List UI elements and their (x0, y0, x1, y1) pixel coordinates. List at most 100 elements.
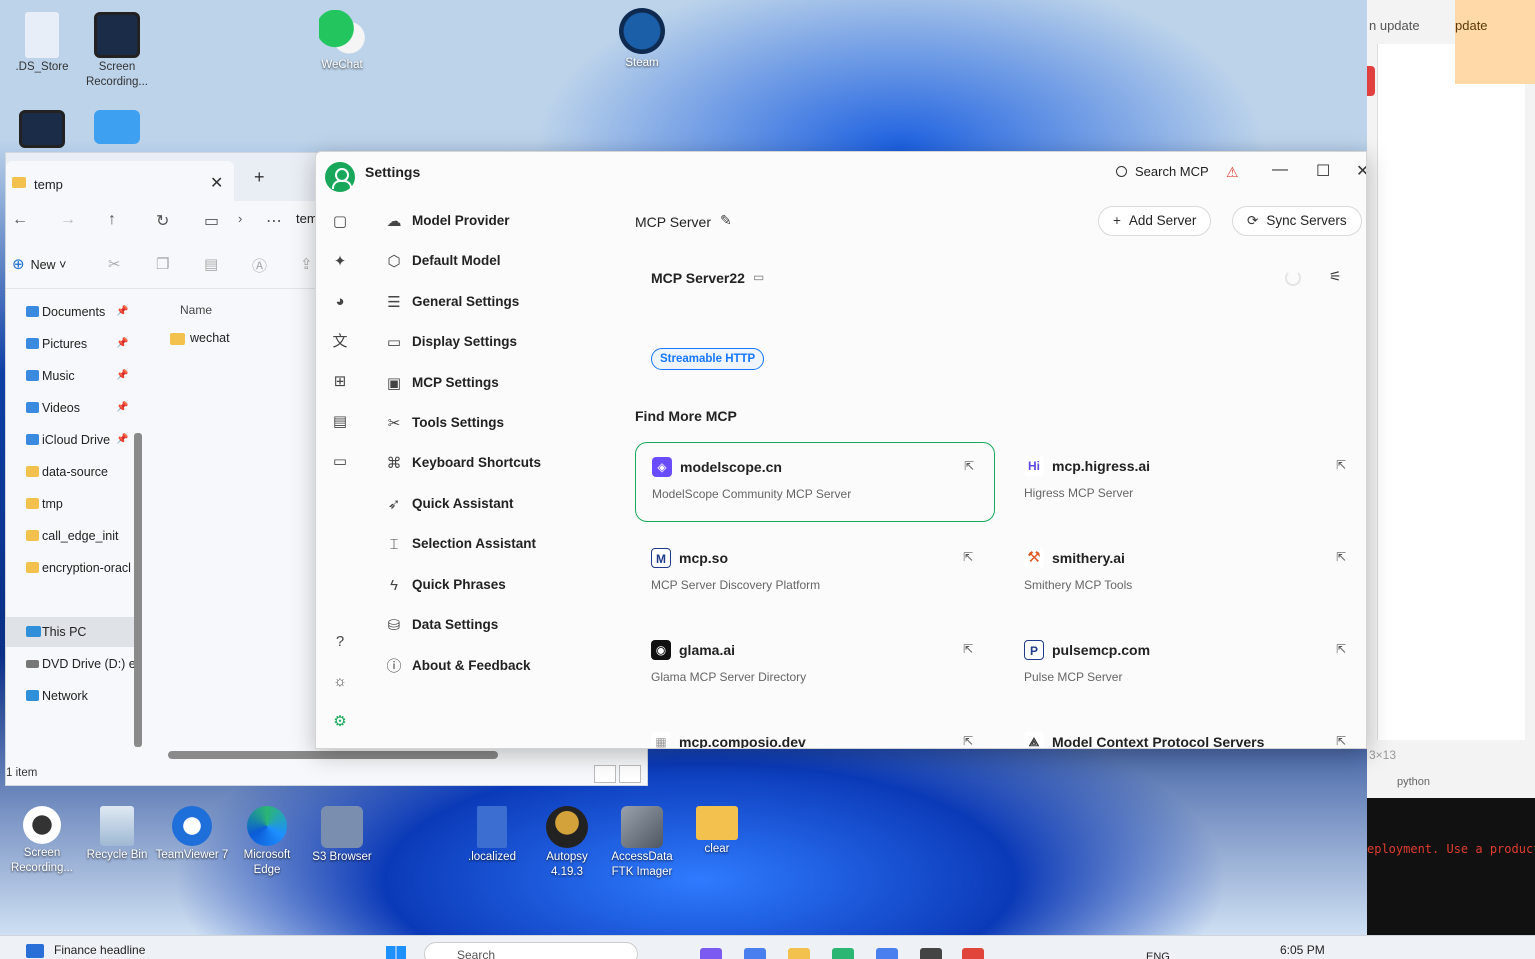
taskbar-app-icon[interactable] (876, 948, 898, 959)
explorer-tab[interactable]: temp ✕ (6, 161, 234, 201)
external-link-icon[interactable]: ⇱ (1336, 550, 1346, 564)
taskbar-app-icon[interactable] (700, 948, 722, 959)
sidebar-item-encryption-oracle[interactable]: encryption-oracl (6, 553, 134, 583)
warning-icon[interactable]: ⚠ (1226, 164, 1239, 181)
new-tab-icon[interactable]: + (254, 167, 265, 188)
desktop-icon-wechat[interactable]: WeChat (305, 10, 379, 73)
rename-icon[interactable]: Ⓐ (252, 255, 267, 276)
desktop-icon-folder[interactable] (80, 110, 154, 146)
apps-grid-icon[interactable]: ⊞ (330, 372, 350, 392)
menu-item-default-model[interactable]: ⬡ Default Model (372, 244, 612, 280)
menu-item-model-provider[interactable]: ☁ Model Provider (372, 204, 612, 240)
mcp-site-pulsemcp[interactable]: P pulsemcp.com Pulse MCP Server ⇱ (1008, 626, 1366, 706)
minimize-icon[interactable]: — (1272, 161, 1288, 179)
windows-start-icon[interactable] (386, 946, 406, 959)
mcp-site-higress[interactable]: Hi mcp.higress.ai Higress MCP Server ⇱ (1008, 442, 1366, 522)
clock[interactable]: 6:05 PM (1280, 943, 1325, 957)
taskbar-folder-icon[interactable] (788, 948, 810, 959)
theme-icon[interactable]: ☼ (330, 672, 350, 692)
maximize-icon[interactable]: ☐ (1316, 161, 1330, 181)
translate-icon[interactable]: 文 (330, 332, 350, 352)
desktop-icon-screen-recording[interactable]: Screen Recording... (80, 12, 154, 90)
terminal-pane[interactable] (1367, 798, 1535, 935)
desktop-icon-s3-browser[interactable]: S3 Browser (305, 806, 379, 865)
menu-item-about-feedback[interactable]: ⓘ About & Feedback (372, 649, 612, 685)
external-link-icon[interactable]: ⇱ (963, 642, 973, 656)
up-icon[interactable]: ↑ (108, 211, 116, 229)
details-view-icon[interactable] (594, 765, 616, 783)
menu-item-general-settings[interactable]: ☰ General Settings (372, 285, 612, 321)
menu-item-display-settings[interactable]: ▭ Display Settings (372, 325, 612, 361)
mcp-site-smithery[interactable]: ⚒ smithery.ai Smithery MCP Tools ⇱ (1008, 534, 1366, 614)
tiles-view-icon[interactable] (619, 765, 641, 783)
news-widget[interactable]: Finance headline (26, 943, 145, 958)
taskbar-app-icon[interactable] (962, 948, 984, 959)
language-indicator[interactable]: ENG (1146, 951, 1170, 959)
update-label-1[interactable]: n update (1369, 18, 1420, 33)
chat-icon[interactable]: ▢ (330, 212, 350, 232)
back-icon[interactable]: ← (12, 211, 28, 229)
menu-item-mcp-settings[interactable]: ▣ MCP Settings (372, 366, 612, 402)
menu-item-tools-settings[interactable]: ✂ Tools Settings (372, 406, 612, 442)
sidebar-item-data-source[interactable]: data-source (6, 457, 134, 487)
palette-icon[interactable]: ◕ (330, 292, 350, 312)
python-label[interactable]: python (1397, 776, 1430, 788)
avatar[interactable] (325, 162, 355, 192)
menu-item-quick-phrases[interactable]: ϟ Quick Phrases (372, 568, 612, 604)
help-icon[interactable]: ? (330, 632, 350, 652)
external-link-icon[interactable]: ⇱ (1336, 642, 1346, 656)
menu-item-selection-assistant[interactable]: ⌶ Selection Assistant (372, 527, 612, 563)
folder-icon[interactable]: ▭ (330, 452, 350, 472)
new-button[interactable]: ⊕ New ˅ (12, 255, 66, 273)
taskbar-app-icon[interactable] (744, 948, 766, 959)
gear-icon[interactable]: ⚙ (330, 712, 350, 732)
mcp-site-glama[interactable]: ◉ glama.ai Glama MCP Server Directory ⇱ (635, 626, 995, 706)
monitor-icon[interactable]: ▭ (204, 211, 219, 231)
sidebar-item-network[interactable]: Network (6, 681, 134, 711)
sidebar-item-tmp[interactable]: tmp (6, 489, 134, 519)
mcp-site-composio[interactable]: ▦ mcp.composio.dev ⇱ (635, 718, 995, 748)
server-card[interactable]: MCP Server22 ▭ ⚟ Streamable HTTP (635, 248, 1363, 378)
sync-servers-button[interactable]: ⟳ Sync Servers (1232, 206, 1362, 236)
close-icon[interactable]: ✕ (210, 173, 223, 193)
external-link-icon[interactable]: ⇱ (1336, 458, 1346, 472)
sidebar-item-documents[interactable]: Documents 📌 (6, 297, 134, 327)
horizontal-scrollbar[interactable] (168, 751, 498, 759)
external-link-icon[interactable]: ⇱ (963, 550, 973, 564)
sidebar-item-call-edge-init[interactable]: call_edge_init (6, 521, 134, 551)
search-mcp-button[interactable]: Search MCP (1116, 164, 1209, 179)
menu-item-quick-assistant[interactable]: ➶ Quick Assistant (372, 487, 612, 523)
sidebar-item-icloud-drive[interactable]: iCloud Drive 📌 (6, 425, 134, 455)
menu-item-keyboard-shortcuts[interactable]: ⌘ Keyboard Shortcuts (372, 446, 612, 482)
desktop-icon-teamviewer[interactable]: TeamViewer 7 (155, 806, 229, 863)
taskbar-edge-icon[interactable] (832, 948, 854, 959)
sidebar-item-this-pc[interactable]: This PC (6, 617, 134, 647)
desktop-icon-ds-store[interactable]: .DS_Store (5, 12, 79, 75)
taskbar-search[interactable]: Search (424, 942, 638, 959)
update-banner[interactable] (1455, 0, 1535, 84)
desktop-icon-recycle-bin[interactable]: Recycle Bin (80, 806, 154, 863)
add-server-button[interactable]: + Add Server (1098, 206, 1212, 236)
desktop-icon-ftk-imager[interactable]: AccessData FTK Imager (605, 806, 679, 880)
sidebar-item-videos[interactable]: Videos 📌 (6, 393, 134, 423)
more-icon[interactable]: ⋯ (266, 211, 282, 231)
mcp-site-mcp-so[interactable]: M mcp.so MCP Server Discovery Platform ⇱ (635, 534, 995, 614)
copy-icon[interactable]: ❐ (156, 255, 169, 273)
desktop-icon-localized[interactable]: .localized (455, 806, 529, 865)
file-row[interactable]: wechat (168, 331, 230, 345)
taskbar-terminal-icon[interactable] (920, 948, 942, 959)
mcp-site-model-context-protocol[interactable]: ⟁ Model Context Protocol Servers ⇱ (1008, 718, 1366, 748)
close-icon[interactable]: ✕ (1356, 161, 1366, 181)
external-link-icon[interactable]: ⇱ (1336, 734, 1346, 748)
mcp-site-modelscope[interactable]: ◈ modelscope.cn ModelScope Community MCP… (635, 442, 995, 522)
menu-item-data-settings[interactable]: ⛁ Data Settings (372, 608, 612, 644)
refresh-icon[interactable]: ↻ (156, 211, 169, 231)
chevron-right-icon[interactable]: › (238, 211, 242, 226)
desktop-icon-screen-recording-2[interactable]: Screen Recording... (5, 806, 79, 876)
desktop-icon-clear[interactable]: clear (680, 806, 754, 857)
sidebar-item-pictures[interactable]: Pictures 📌 (6, 329, 134, 359)
sparkle-icon[interactable]: ✦ (330, 252, 350, 272)
external-link-icon[interactable]: ⇱ (963, 734, 973, 748)
sliders-icon[interactable]: ⚟ (1329, 268, 1342, 285)
file-search-icon[interactable]: ▤ (330, 412, 350, 432)
